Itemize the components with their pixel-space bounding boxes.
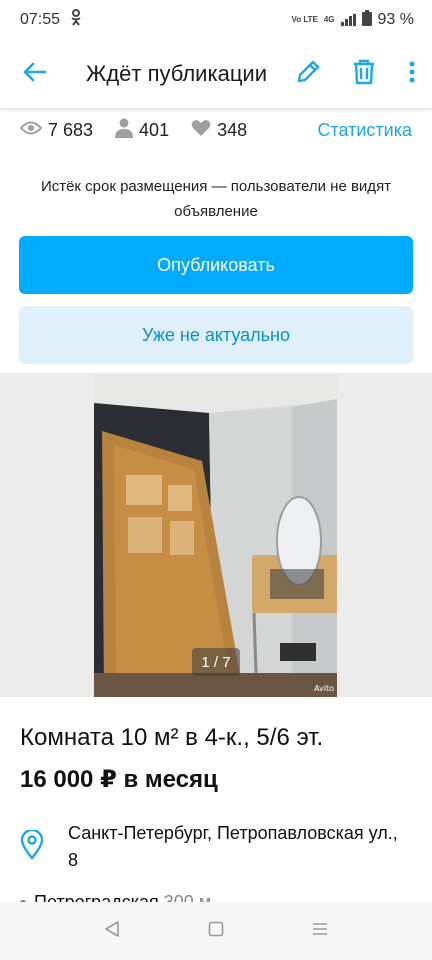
views-stat: 7 683 — [19, 119, 94, 141]
map-pin-icon — [20, 820, 50, 874]
signal-icon — [340, 14, 356, 26]
listing-address: Санкт-Петербург, Петропавловская ул., 8 — [68, 823, 398, 870]
publish-button[interactable]: Опубликовать — [19, 236, 413, 294]
home-square-icon — [208, 921, 224, 942]
arrow-left-icon — [22, 62, 47, 87]
person-icon — [115, 118, 134, 143]
more-options-button[interactable] — [392, 40, 432, 108]
battery-percent: 93 % — [377, 11, 414, 28]
listing-price: 16 000 ₽ в месяц — [20, 766, 218, 793]
trash-icon — [352, 59, 376, 90]
app-bar: Ждёт публикации — [0, 40, 432, 108]
status-time: 07:55 — [20, 11, 61, 28]
statistics-link[interactable]: Статистика — [317, 120, 412, 141]
more-vertical-icon — [409, 61, 415, 88]
eye-icon — [19, 120, 43, 141]
nav-back-button[interactable] — [92, 911, 132, 951]
back-triangle-icon — [104, 920, 120, 942]
nav-home-button[interactable] — [196, 911, 236, 951]
delete-button[interactable] — [336, 40, 392, 108]
network-type: 4G — [323, 15, 335, 24]
system-nav-bar — [0, 902, 432, 960]
listing-title: Комната 10 м² в 4-к., 5/6 эт. — [20, 724, 324, 751]
edit-button[interactable] — [280, 40, 336, 108]
stats-row: 7 683 401 348 Статистика — [0, 112, 432, 148]
pencil-icon — [295, 59, 321, 90]
not-relevant-button[interactable]: Уже не актуально — [19, 306, 413, 364]
favorites-count: 348 — [217, 119, 248, 140]
recents-lines-icon — [312, 921, 328, 942]
status-bar: 07:55 Vo LTE 4G 93 % — [0, 0, 432, 40]
volte-label: Vo LTE — [291, 15, 318, 24]
favorites-stat: 348 — [191, 119, 247, 142]
contacts-stat: 401 — [115, 118, 169, 143]
avito-watermark: Avito — [314, 684, 334, 693]
back-button[interactable] — [0, 40, 68, 108]
views-count: 7 683 — [48, 119, 94, 140]
odnoklassniki-icon — [70, 8, 82, 32]
expired-notice: Истёк срок размещения — пользователи не … — [40, 178, 392, 220]
heart-icon — [191, 119, 211, 142]
address-row[interactable]: Санкт-Петербург, Петропавловская ул., 8 — [20, 820, 412, 874]
page-title: Ждёт публикации — [86, 61, 267, 86]
contacts-count: 401 — [139, 119, 170, 140]
photo-counter: 1 / 7 — [192, 648, 240, 676]
battery-icon — [361, 9, 372, 31]
nav-recents-button[interactable] — [300, 911, 340, 951]
